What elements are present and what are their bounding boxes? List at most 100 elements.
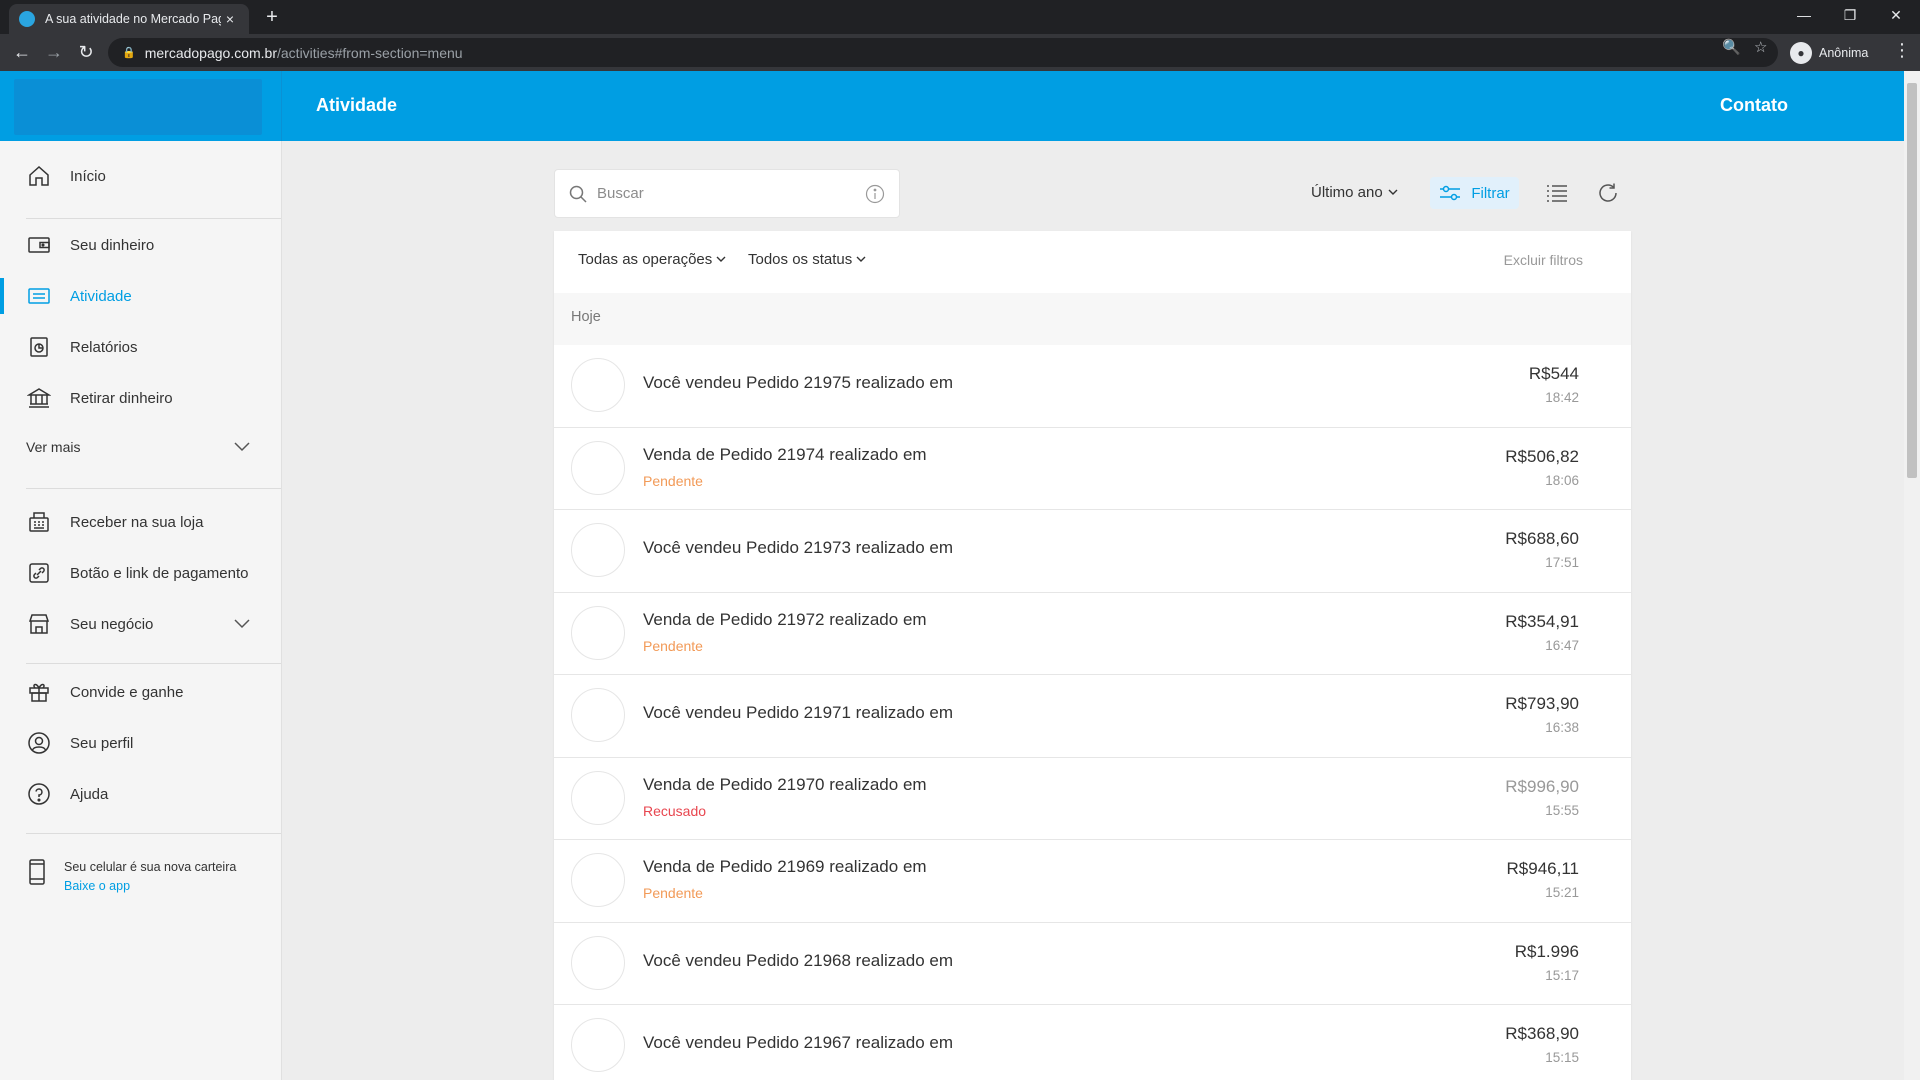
period-label: Último ano (1311, 184, 1383, 201)
day-header: Hoje (554, 293, 1631, 345)
sidebar-item-receber-na-loja[interactable]: Receber na sua loja (0, 500, 281, 544)
minimize-icon[interactable]: — (1782, 0, 1826, 30)
transaction-avatar (571, 1018, 625, 1072)
sidebar-item-label: Receber na sua loja (70, 513, 204, 531)
bookmark-star-icon[interactable]: ☆ (1754, 38, 1767, 56)
zoom-icon[interactable]: 🔍 (1722, 38, 1741, 56)
info-icon[interactable] (865, 184, 885, 204)
sidebar-item-inicio[interactable]: Início (0, 154, 281, 198)
transaction-amount: R$946,11 (1506, 859, 1579, 878)
search-box[interactable] (554, 169, 900, 218)
lock-icon: 🔒 (122, 47, 136, 59)
sidebar-item-atividade[interactable]: Atividade (0, 274, 281, 318)
search-input[interactable] (597, 185, 865, 202)
page: Atividade Contato Início Seu dinheiro At… (0, 71, 1904, 1080)
reload-icon[interactable]: ↻ (72, 38, 100, 66)
sidebar-item-relatorios[interactable]: Relatórios (0, 325, 281, 369)
sidebar-ver-mais[interactable]: Ver mais (26, 430, 250, 464)
store-icon (26, 611, 52, 637)
sidebar-item-label: Seu negócio (70, 615, 154, 633)
transaction-avatar (571, 440, 625, 495)
period-dropdown[interactable]: Último ano (1311, 184, 1398, 201)
tab-close-icon[interactable]: × (221, 11, 239, 27)
status-dropdown[interactable]: Todos os status (748, 251, 866, 268)
chevron-down-icon (1388, 189, 1398, 196)
status-label: Todos os status (748, 251, 853, 268)
new-tab-button[interactable]: + (260, 6, 284, 30)
operations-label: Todas as operações (578, 251, 713, 268)
transaction-status: Pendente (643, 885, 703, 901)
sidebar-item-label: Convide e ganhe (70, 683, 184, 701)
transaction-avatar (571, 853, 625, 907)
sidebar-item-seu-perfil[interactable]: Seu perfil (0, 721, 281, 765)
sidebar-item-label: Início (70, 167, 106, 185)
restore-icon[interactable]: ❐ (1828, 0, 1872, 30)
sidebar-item-botao-link-pagamento[interactable]: Botão e link de pagamento (0, 551, 281, 595)
tab-title: A sua atividade no Mercado Pago (45, 12, 221, 26)
transaction-description: Você vendeu Pedido 21971 realizado em (643, 703, 954, 722)
app-download-promo: Seu celular é sua nova carteira Baixe o … (26, 858, 236, 896)
filter-button[interactable]: Filtrar (1430, 177, 1519, 209)
transaction-row[interactable]: Você vendeu Pedido 21973 realizado em R$… (554, 510, 1631, 593)
search-icon (569, 185, 587, 203)
browser-menu-icon[interactable]: ⋮ (1893, 40, 1911, 61)
clear-filters-link[interactable]: Excluir filtros (1504, 252, 1583, 268)
download-app-link[interactable]: Baixe o app (64, 877, 236, 896)
point-of-sale-icon (26, 509, 52, 535)
transaction-avatar (571, 605, 625, 660)
sidebar-item-seu-dinheiro[interactable]: Seu dinheiro (0, 223, 281, 267)
sidebar-item-ajuda[interactable]: Ajuda (0, 772, 281, 816)
transaction-amount: R$1.996 (1514, 941, 1579, 961)
transaction-amount: R$793,90 (1505, 694, 1579, 713)
browser-toolbar: ← → ↻ 🔒 mercadopago.com.br/activities#fr… (0, 34, 1920, 71)
transaction-description: Você vendeu Pedido 21975 realizado em (643, 373, 954, 392)
chevron-down-icon (234, 619, 250, 629)
transaction-row[interactable]: Venda de Pedido 21972 realizado em Pende… (554, 593, 1631, 675)
transaction-row[interactable]: Você vendeu Pedido 21968 realizado em R$… (554, 923, 1631, 1005)
transaction-avatar (571, 523, 625, 577)
activity-list-icon (26, 283, 52, 309)
sidebar-item-seu-negocio[interactable]: Seu negócio (0, 602, 250, 646)
sidebar-item-label: Ajuda (70, 785, 109, 803)
operations-dropdown[interactable]: Todas as operações (578, 251, 726, 268)
forward-icon[interactable]: → (40, 38, 68, 66)
refresh-icon[interactable] (1593, 178, 1623, 208)
transaction-list: Você vendeu Pedido 21975 realizado em R$… (554, 345, 1631, 1080)
sidebar-item-label: Atividade (70, 287, 132, 305)
transaction-row[interactable]: Venda de Pedido 21974 realizado em Pende… (554, 428, 1631, 510)
transaction-row[interactable]: Você vendeu Pedido 21975 realizado em R$… (554, 345, 1631, 428)
home-icon (26, 163, 52, 189)
transaction-row[interactable]: Você vendeu Pedido 21967 realizado em R$… (554, 1005, 1631, 1080)
transaction-time: 15:55 (1545, 802, 1579, 818)
close-window-icon[interactable]: ✕ (1874, 0, 1918, 30)
sidebar-item-label: Relatórios (70, 338, 138, 356)
back-icon[interactable]: ← (8, 38, 36, 66)
incognito-icon: ● (1790, 41, 1812, 64)
transaction-avatar (571, 358, 625, 412)
transaction-avatar (571, 688, 625, 742)
transaction-row[interactable]: Venda de Pedido 21969 realizado em Pende… (554, 840, 1631, 923)
transaction-time: 15:21 (1545, 885, 1579, 900)
site-header: Atividade Contato (0, 71, 1904, 141)
sidebar-item-retirar-dinheiro[interactable]: Retirar dinheiro (0, 376, 281, 420)
transaction-status: Pendente (643, 472, 703, 489)
incognito-profile[interactable]: ● Anônima (1790, 39, 1868, 66)
card-filters: Todas as operações Todos os status Exclu… (554, 231, 1631, 293)
contact-link[interactable]: Contato (1720, 95, 1788, 116)
logo[interactable] (14, 79, 262, 135)
transaction-time: 18:06 (1545, 472, 1579, 488)
page-scrollbar[interactable] (1904, 71, 1920, 1080)
scrollbar-thumb[interactable] (1907, 83, 1917, 478)
browser-tab-strip: A sua atividade no Mercado Pago × + — ❐ … (0, 0, 1920, 34)
list-view-icon[interactable] (1542, 178, 1572, 208)
browser-tab[interactable]: A sua atividade no Mercado Pago × (9, 4, 249, 34)
transaction-amount: R$368,90 (1505, 1024, 1579, 1043)
transaction-description: Venda de Pedido 21970 realizado em (643, 774, 927, 794)
transaction-row[interactable]: Venda de Pedido 21970 realizado em Recus… (554, 758, 1631, 840)
activity-card: Todas as operações Todos os status Exclu… (554, 231, 1631, 1080)
sidebar-item-convide-e-ganhe[interactable]: Convide e ganhe (0, 670, 281, 714)
transaction-row[interactable]: Você vendeu Pedido 21971 realizado em R$… (554, 675, 1631, 758)
link-icon (26, 560, 52, 586)
transaction-amount: R$354,91 (1505, 611, 1579, 631)
address-bar[interactable]: 🔒 mercadopago.com.br/activities#from-sec… (108, 38, 1778, 67)
